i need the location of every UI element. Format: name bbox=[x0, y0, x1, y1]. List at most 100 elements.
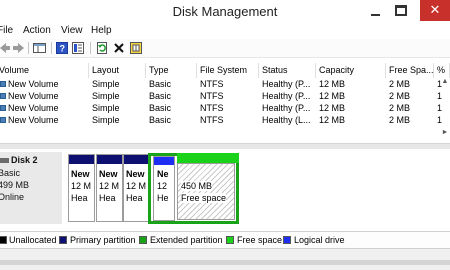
column-header-file-system[interactable]: File System bbox=[197, 63, 259, 78]
legend-swatch-primary bbox=[59, 236, 67, 244]
disk-icon bbox=[0, 158, 9, 163]
disk-size: 499 MB bbox=[0, 180, 30, 190]
free-space-size: 450 MB bbox=[181, 181, 213, 191]
volume-list: Volume Layout Type File System Status Ca… bbox=[0, 58, 450, 144]
legend-label-unallocated: Unallocated bbox=[9, 235, 57, 245]
table-row[interactable]: New Volume Simple Basic NTFS Healthy (L.… bbox=[0, 114, 450, 126]
help-icon[interactable]: ? bbox=[56, 41, 68, 55]
scroll-right-arrow[interactable]: ► bbox=[440, 129, 450, 139]
partition-size: 12 bbox=[157, 181, 168, 191]
column-header-free-space[interactable]: Free Spa... bbox=[386, 63, 434, 78]
menu-help[interactable]: Help bbox=[91, 25, 112, 36]
cell-capacity: 12 MB bbox=[319, 115, 346, 125]
cell-volume: New Volume bbox=[8, 79, 59, 89]
cell-status: Healthy (P... bbox=[262, 79, 311, 89]
close-button[interactable]: ✕ bbox=[420, 0, 450, 21]
legend-swatch-extended bbox=[139, 236, 147, 244]
cell-file-system: NTFS bbox=[200, 91, 224, 101]
cell-capacity: 12 MB bbox=[319, 79, 346, 89]
column-header-status[interactable]: Status bbox=[259, 63, 316, 78]
cell-type: Basic bbox=[149, 79, 172, 89]
title-bar: Disk Management ✕ bbox=[0, 0, 450, 25]
menu-action[interactable]: Action bbox=[23, 25, 51, 36]
status-bar bbox=[0, 248, 450, 270]
menu-view[interactable]: View bbox=[61, 25, 83, 36]
disk-type: Basic bbox=[0, 168, 21, 178]
partition-status: Hea bbox=[126, 193, 143, 203]
toolbar: ? bbox=[0, 39, 450, 58]
primary-partition-bar bbox=[97, 155, 122, 164]
cell-free-space: 2 MB bbox=[389, 103, 411, 113]
cell-layout: Simple bbox=[92, 79, 120, 89]
cell-capacity: 12 MB bbox=[319, 103, 346, 113]
legend-swatch-logical bbox=[283, 236, 291, 244]
cell-volume: New Volume bbox=[8, 103, 59, 113]
primary-partition[interactable]: New 12 M Hea bbox=[96, 154, 123, 222]
primary-partition-bar bbox=[69, 155, 94, 164]
cell-file-system: NTFS bbox=[200, 79, 224, 89]
cell-file-system: NTFS bbox=[200, 115, 224, 125]
column-header-percent-free[interactable]: % bbox=[434, 63, 450, 78]
settings-icon[interactable] bbox=[130, 41, 143, 55]
table-row[interactable]: New Volume Simple Basic NTFS Healthy (P.… bbox=[0, 78, 450, 90]
column-header-type[interactable]: Type bbox=[146, 63, 197, 78]
table-row[interactable]: New Volume Simple Basic NTFS Healthy (P.… bbox=[0, 102, 450, 114]
cell-type: Basic bbox=[149, 103, 172, 113]
cell-capacity: 12 MB bbox=[319, 91, 346, 101]
disk-info-panel[interactable]: Disk 2 Basic 499 MB Online bbox=[0, 152, 62, 224]
cell-percent-free: 1 bbox=[437, 91, 443, 101]
status-bar-panel bbox=[0, 260, 450, 265]
console-tree-icon[interactable] bbox=[33, 41, 46, 55]
back-arrow-icon[interactable] bbox=[0, 41, 10, 55]
column-header-layout[interactable]: Layout bbox=[89, 63, 146, 78]
cell-percent-free: 1 bbox=[437, 103, 443, 113]
refresh-icon[interactable] bbox=[96, 41, 108, 55]
legend: Unallocated Primary partition Extended p… bbox=[0, 231, 450, 248]
free-space-area[interactable]: 450 MB Free space bbox=[177, 163, 235, 220]
legend-label-free-space: Free space bbox=[237, 235, 283, 245]
cell-percent-free: 1 bbox=[437, 115, 443, 125]
cell-layout: Simple bbox=[92, 91, 120, 101]
partition-name: New bbox=[71, 169, 90, 179]
partition-name: Ne bbox=[157, 169, 169, 179]
primary-partition-bar bbox=[124, 155, 148, 164]
cell-layout: Simple bbox=[92, 103, 120, 113]
partition-status: He bbox=[157, 193, 169, 203]
logical-drive[interactable]: Ne 12 He bbox=[153, 156, 175, 221]
scroll-up-arrow[interactable]: ▲ bbox=[440, 78, 450, 88]
disk-name: Disk 2 bbox=[11, 155, 38, 165]
cell-status: Healthy (L... bbox=[262, 115, 311, 125]
cell-status: Healthy (P... bbox=[262, 103, 311, 113]
primary-partition[interactable]: New 12 M Hea bbox=[123, 154, 149, 222]
toolbar-separator bbox=[28, 42, 29, 54]
partition-status: Hea bbox=[71, 193, 88, 203]
cell-type: Basic bbox=[149, 91, 172, 101]
partition-size: 12 M bbox=[99, 181, 120, 191]
cell-file-system: NTFS bbox=[200, 103, 224, 113]
cell-free-space: 2 MB bbox=[389, 79, 411, 89]
logical-drive-bar bbox=[154, 157, 174, 165]
legend-label-extended: Extended partition bbox=[150, 235, 223, 245]
primary-partition[interactable]: New 12 M Hea bbox=[68, 154, 95, 222]
column-header-capacity[interactable]: Capacity bbox=[316, 63, 386, 78]
cell-free-space: 2 MB bbox=[389, 115, 411, 125]
delete-icon[interactable] bbox=[113, 41, 125, 55]
cell-free-space: 2 MB bbox=[389, 91, 411, 101]
toolbar-separator bbox=[90, 42, 91, 54]
legend-swatch-unallocated bbox=[0, 236, 7, 244]
menu-file[interactable]: File bbox=[0, 25, 13, 36]
cell-volume: New Volume bbox=[8, 115, 59, 125]
partition-size: 12 M bbox=[126, 181, 147, 191]
table-row[interactable]: New Volume Simple Basic NTFS Healthy (P.… bbox=[0, 90, 450, 102]
maximize-button[interactable] bbox=[395, 5, 407, 16]
minimize-button[interactable] bbox=[369, 7, 383, 17]
menu-bar: File Action View Help bbox=[0, 24, 450, 39]
forward-arrow-icon[interactable] bbox=[12, 41, 24, 55]
free-space-label: Free space bbox=[181, 193, 227, 203]
column-header-volume[interactable]: Volume bbox=[0, 63, 89, 78]
cell-type: Basic bbox=[149, 115, 172, 125]
disk-status: Online bbox=[0, 192, 25, 202]
cell-volume: New Volume bbox=[8, 91, 59, 101]
legend-label-primary: Primary partition bbox=[70, 235, 136, 245]
properties-icon[interactable] bbox=[72, 41, 84, 55]
